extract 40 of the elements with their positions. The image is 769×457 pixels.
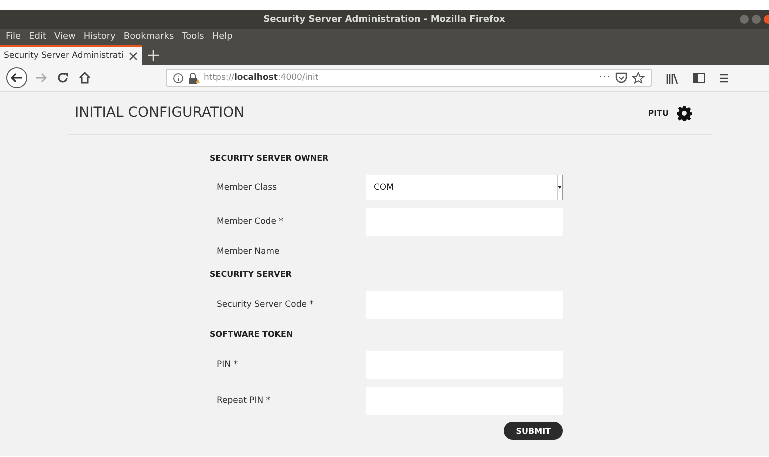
user-name: PITU <box>648 108 669 118</box>
home-icon[interactable] <box>78 71 92 85</box>
back-icon[interactable] <box>6 67 28 89</box>
menu-item[interactable]: Tools <box>179 32 210 42</box>
star-icon[interactable] <box>632 72 645 84</box>
field-label: PIN * <box>217 360 239 370</box>
close-icon[interactable] <box>764 15 769 24</box>
submit-button[interactable]: SUBMIT <box>504 422 563 440</box>
field-label: Member Name <box>217 247 281 257</box>
reload-icon[interactable] <box>56 71 70 85</box>
window-title: Security Server Administration - Mozilla Firefox <box>264 14 506 24</box>
browser-tab[interactable]: Security Server Administrati <box>0 45 142 65</box>
settings-icon[interactable] <box>677 106 692 120</box>
library-icon[interactable] <box>666 72 679 84</box>
menu-item[interactable]: Edit <box>26 32 52 42</box>
pocket-icon[interactable] <box>615 72 628 84</box>
page-title: INITIAL CONFIGURATION <box>75 105 246 121</box>
menu-item[interactable]: History <box>80 32 121 42</box>
field-label: Member Code * <box>217 217 284 227</box>
close-tab-icon[interactable] <box>129 52 138 60</box>
menu-item[interactable]: Bookmarks <box>120 32 180 42</box>
url-text: https://localhost:4000/init <box>204 73 319 83</box>
menu-icon[interactable] <box>720 72 728 84</box>
dropdown[interactable]: COM <box>366 175 563 200</box>
field-label: Security Server Code * <box>217 300 315 310</box>
tab-title: Security Server Administrati <box>4 51 123 61</box>
field-label: Member Class <box>217 182 278 192</box>
field-label: Repeat PIN * <box>217 396 272 406</box>
more-actions-button[interactable]: ··· <box>599 73 611 83</box>
lock-icon[interactable] <box>188 72 200 84</box>
section-heading: SECURITY SERVER OWNER <box>210 153 330 165</box>
menu-item[interactable]: File <box>3 32 26 42</box>
caret-icon[interactable] <box>557 175 563 200</box>
section-heading: SECURITY SERVER <box>210 269 293 281</box>
menu-item[interactable]: Help <box>209 32 238 42</box>
info-icon[interactable] <box>173 72 184 84</box>
address-bar[interactable]: https://localhost:4000/init ··· <box>166 69 652 87</box>
menu-item[interactable]: View <box>52 32 81 42</box>
section-heading: SOFTWARE TOKEN <box>210 329 294 341</box>
sidebar-icon[interactable] <box>693 72 706 84</box>
